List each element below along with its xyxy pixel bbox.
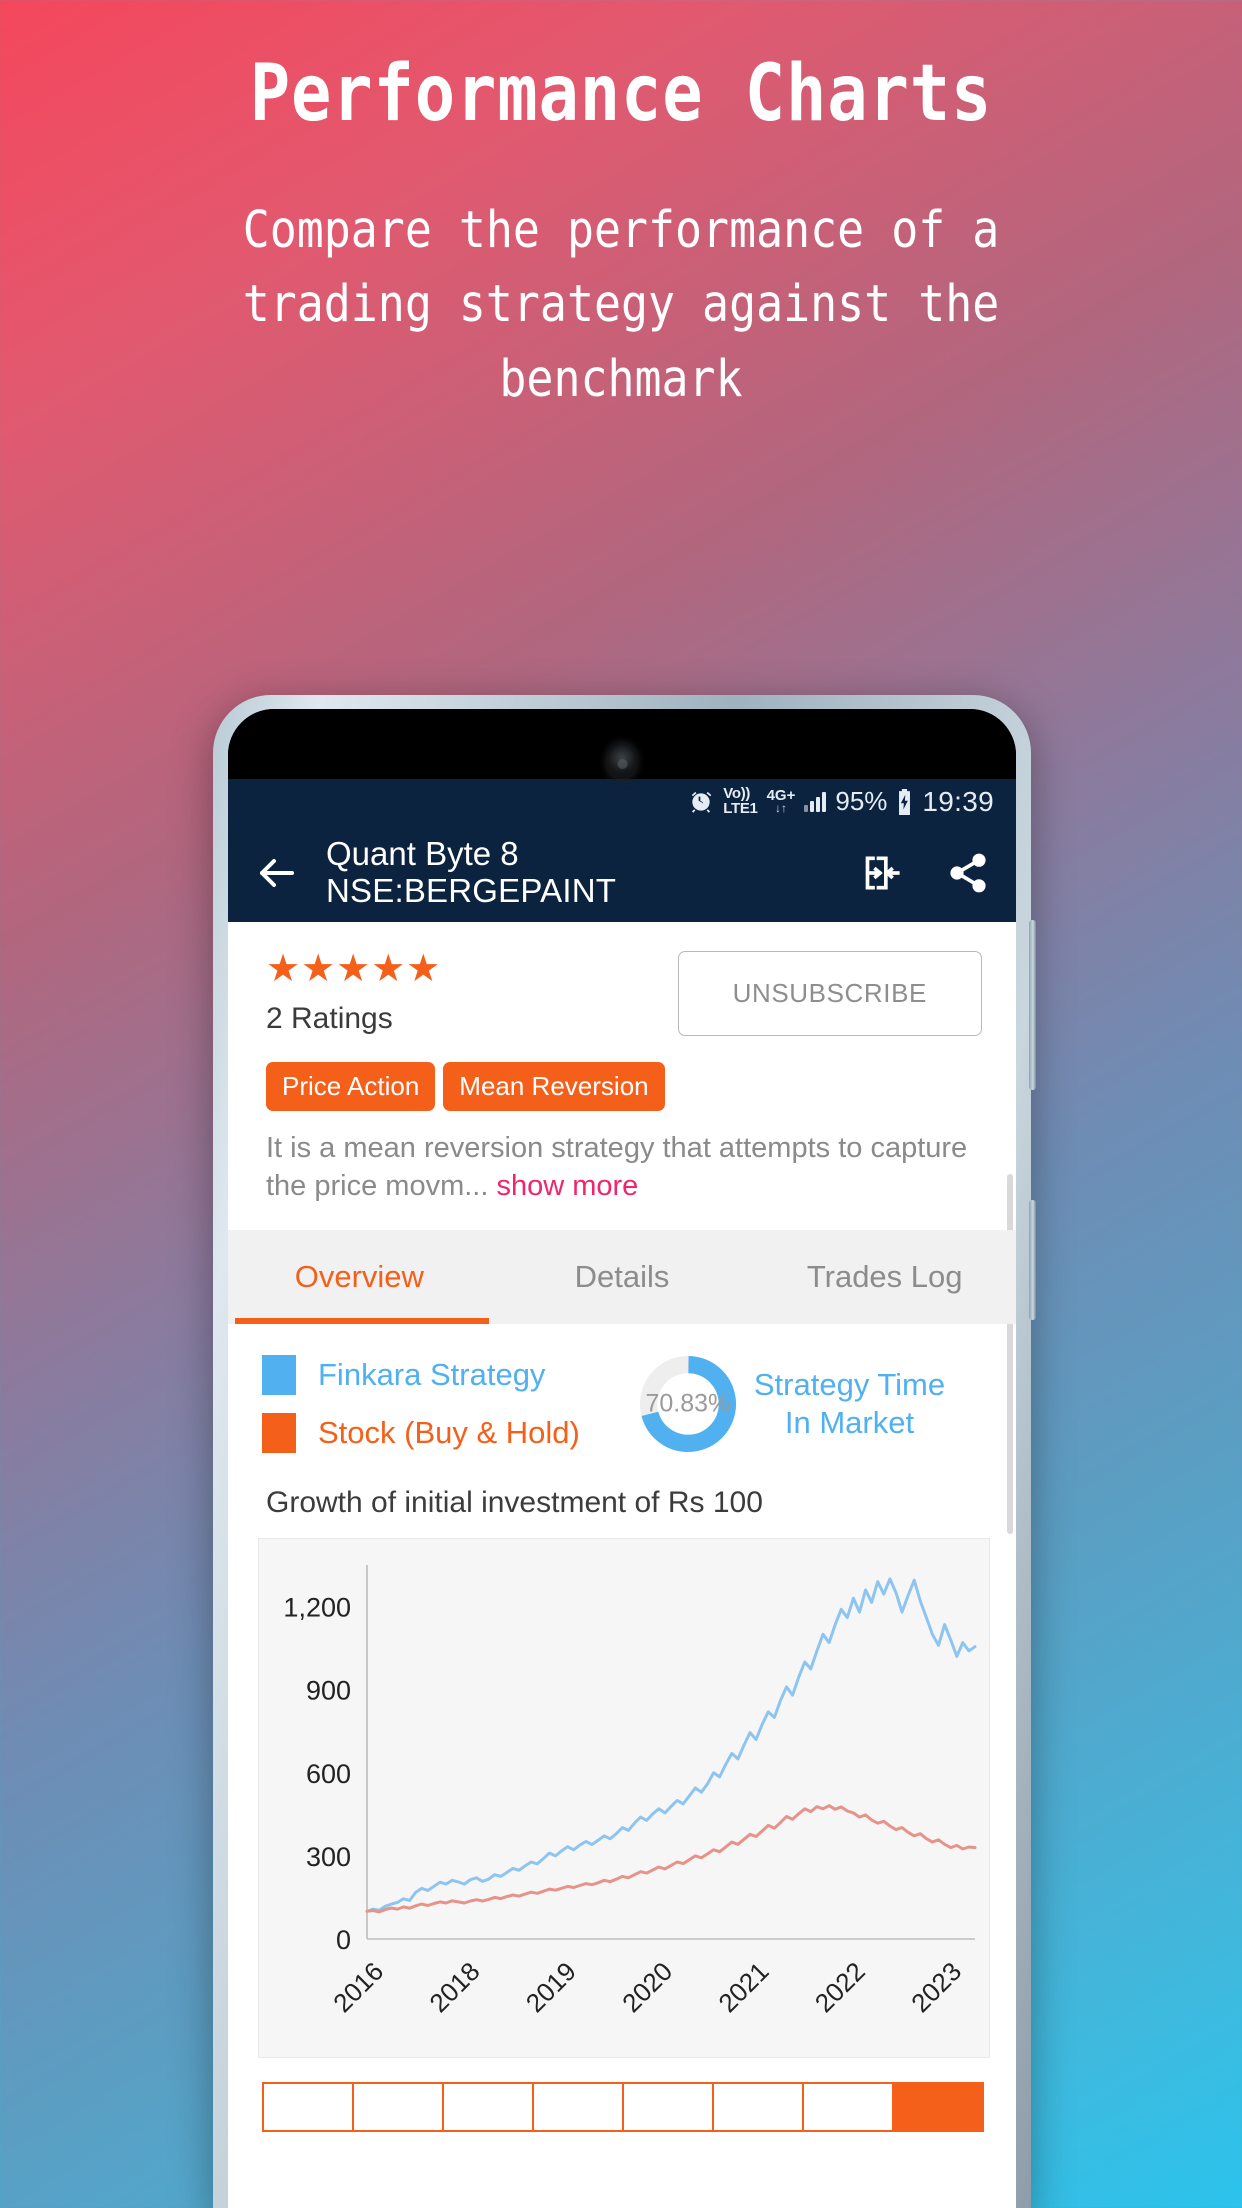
volte-indicator: Vo)) LTE1 bbox=[723, 785, 758, 817]
tab-overview[interactable]: Overview bbox=[228, 1259, 491, 1295]
phone-mockup: Vo)) LTE1 4G+ ↓↑ 95% 19:39 Quant Byte 8 … bbox=[213, 695, 1036, 2208]
range-segment[interactable] bbox=[264, 2083, 354, 2130]
battery-charging-icon bbox=[896, 788, 913, 815]
svg-text:900: 900 bbox=[306, 1675, 351, 1705]
legend-swatch-orange bbox=[262, 1412, 296, 1453]
tab-details[interactable]: Details bbox=[491, 1259, 754, 1295]
star-rating: ★★★★★ bbox=[266, 948, 442, 990]
svg-text:2021: 2021 bbox=[712, 1956, 774, 2018]
promo-header: Performance Charts Compare the performan… bbox=[0, 0, 1242, 417]
svg-text:2018: 2018 bbox=[423, 1956, 485, 2018]
power-button[interactable] bbox=[1029, 1200, 1036, 1320]
rating-block: ★★★★★ 2 Ratings bbox=[266, 950, 441, 1036]
range-segment[interactable] bbox=[534, 2083, 624, 2130]
show-more-link[interactable]: show more bbox=[496, 1170, 638, 1202]
legend-swatch-blue bbox=[262, 1354, 296, 1395]
clock-label: 19:39 bbox=[922, 785, 994, 817]
tag-chip[interactable]: Mean Reversion bbox=[443, 1062, 665, 1111]
range-segment[interactable] bbox=[624, 2083, 714, 2130]
svg-text:0: 0 bbox=[336, 1925, 351, 1955]
content-scrollbar[interactable] bbox=[1007, 1174, 1013, 1534]
svg-text:300: 300 bbox=[306, 1841, 351, 1871]
ticker-symbol: NSE:BERGEPAINT bbox=[326, 872, 617, 909]
range-selector bbox=[262, 2081, 984, 2132]
page-subtitle: Compare the performance of a trading str… bbox=[242, 200, 1000, 409]
unsubscribe-button[interactable]: UNSUBSCRIBE bbox=[677, 950, 982, 1036]
range-segment[interactable] bbox=[354, 2083, 444, 2130]
svg-text:2020: 2020 bbox=[616, 1956, 678, 2018]
time-in-market-widget: 70.83% Strategy Time In Market bbox=[636, 1352, 945, 1456]
strategy-name: Quant Byte 8 bbox=[326, 835, 519, 873]
range-segment[interactable] bbox=[444, 2083, 534, 2130]
donut-title-line2: In Market bbox=[784, 1404, 915, 1440]
front-camera-icon bbox=[608, 745, 636, 778]
legend-item-stock: Stock (Buy & Hold) bbox=[262, 1412, 580, 1453]
app-bar: Quant Byte 8 NSE:BERGEPAINT bbox=[228, 824, 1016, 922]
legend-item-strategy: Finkara Strategy bbox=[262, 1354, 580, 1395]
network-type-indicator: 4G+ ↓↑ bbox=[766, 786, 796, 815]
legend-label-strategy: Finkara Strategy bbox=[318, 1356, 546, 1392]
ratings-count-label: 2 Ratings bbox=[266, 1002, 393, 1035]
svg-text:600: 600 bbox=[306, 1758, 351, 1788]
tag-list: Price Action Mean Reversion bbox=[228, 1036, 1016, 1111]
range-segment-active[interactable] bbox=[894, 2083, 982, 2130]
status-bar: Vo)) LTE1 4G+ ↓↑ 95% 19:39 bbox=[228, 779, 1016, 824]
legend-and-donut: Finkara Strategy Stock (Buy & Hold) 70.8… bbox=[228, 1324, 1016, 1456]
app-bar-titles: Quant Byte 8 NSE:BERGEPAINT bbox=[326, 835, 862, 910]
back-arrow-icon[interactable] bbox=[252, 849, 300, 897]
app-bar-actions bbox=[862, 851, 990, 895]
app-content: ★★★★★ 2 Ratings UNSUBSCRIBE Price Action… bbox=[228, 922, 1016, 2208]
tab-bar: Overview Details Trades Log bbox=[228, 1229, 1016, 1324]
volume-button[interactable] bbox=[1029, 920, 1036, 1090]
svg-text:2023: 2023 bbox=[905, 1956, 967, 2018]
range-segment[interactable] bbox=[804, 2083, 894, 2130]
donut-value-label: 70.83% bbox=[645, 1389, 731, 1418]
battery-percent-label: 95% bbox=[835, 786, 888, 816]
donut-title-line1: Strategy Time bbox=[753, 1366, 946, 1402]
compare-icon[interactable] bbox=[862, 851, 906, 895]
phone-screen: Vo)) LTE1 4G+ ↓↑ 95% 19:39 Quant Byte 8 … bbox=[228, 709, 1016, 2208]
svg-text:2022: 2022 bbox=[809, 1956, 871, 2018]
growth-line-chart[interactable]: 0 300 600 900 1,200 2016 2018 2019 2020 2021 2022 2… bbox=[258, 1537, 990, 2058]
legend-label-stock: Stock (Buy & Hold) bbox=[318, 1414, 580, 1450]
svg-text:1,200: 1,200 bbox=[283, 1592, 351, 1622]
share-icon[interactable] bbox=[946, 851, 990, 895]
chart-title: Growth of initial investment of Rs 100 bbox=[266, 1485, 763, 1519]
alarm-icon bbox=[688, 789, 714, 815]
chart-legend: Finkara Strategy Stock (Buy & Hold) bbox=[262, 1354, 580, 1453]
rating-row: ★★★★★ 2 Ratings UNSUBSCRIBE bbox=[228, 922, 1016, 1036]
tag-chip[interactable]: Price Action bbox=[266, 1062, 436, 1111]
signal-bars-icon bbox=[804, 791, 827, 812]
range-segment[interactable] bbox=[714, 2083, 804, 2130]
svg-text:2016: 2016 bbox=[327, 1956, 389, 2018]
tab-trades-log[interactable]: Trades Log bbox=[753, 1259, 1016, 1295]
donut-chart: 70.83% bbox=[636, 1352, 740, 1456]
svg-text:2019: 2019 bbox=[520, 1956, 582, 2018]
active-tab-indicator bbox=[235, 1317, 489, 1324]
donut-title: Strategy Time In Market bbox=[754, 1366, 945, 1442]
camera-area bbox=[228, 709, 1016, 779]
strategy-description: It is a mean reversion strategy that att… bbox=[228, 1111, 1016, 1206]
page-title: Performance Charts bbox=[249, 49, 993, 139]
